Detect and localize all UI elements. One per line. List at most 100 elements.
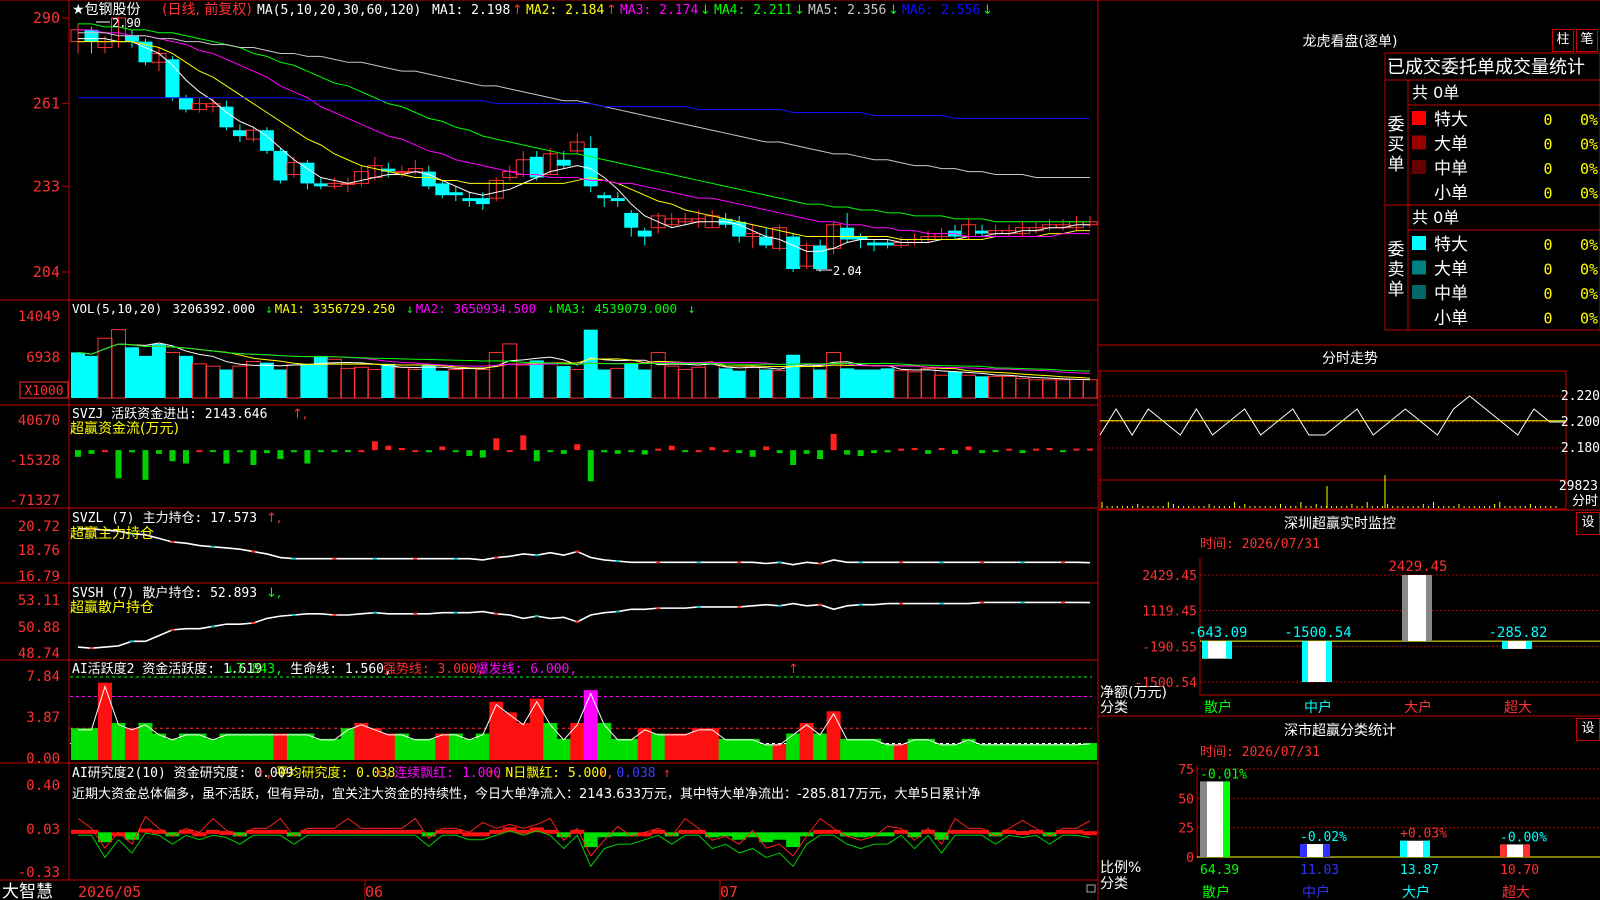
- research-bar[interactable]: [71, 829, 85, 834]
- research-bar[interactable]: [975, 829, 990, 834]
- ai-activity-bar[interactable]: [1002, 744, 1017, 760]
- fund-flow-bar[interactable]: [425, 450, 432, 453]
- ai-activity-bar[interactable]: [408, 738, 423, 760]
- volume-bar-down[interactable]: [219, 369, 234, 398]
- research-bar[interactable]: [138, 828, 153, 833]
- research-bar[interactable]: [192, 832, 207, 837]
- fund-flow-bar[interactable]: [1006, 448, 1013, 451]
- volume-bar-up[interactable]: [245, 361, 261, 399]
- fund-flow-bar[interactable]: [115, 450, 122, 479]
- fund-flow-bar[interactable]: [466, 450, 473, 457]
- fund-flow-bar[interactable]: [358, 450, 365, 453]
- research-bar[interactable]: [462, 832, 477, 837]
- ai-activity-bar[interactable]: [732, 738, 747, 760]
- volume-bar-down[interactable]: [718, 368, 733, 398]
- research-bar[interactable]: [1002, 829, 1017, 834]
- volume-bar-up[interactable]: [664, 365, 680, 399]
- fund-flow-bar[interactable]: [250, 450, 257, 465]
- volume-bar-up[interactable]: [394, 366, 410, 399]
- volume-bar-up[interactable]: [826, 351, 842, 399]
- ai-activity-bar[interactable]: [124, 728, 139, 760]
- research-bar[interactable]: [151, 829, 166, 834]
- ai-activity-bar[interactable]: [475, 733, 490, 760]
- volume-bar-up[interactable]: [232, 365, 248, 399]
- volume-bar-up[interactable]: [745, 365, 761, 399]
- candle-down[interactable]: [840, 227, 855, 240]
- ai-activity-bar[interactable]: [111, 722, 126, 760]
- candle-down[interactable]: [786, 236, 801, 270]
- fund-flow-bar[interactable]: [952, 450, 959, 454]
- candle-down[interactable]: [813, 245, 828, 270]
- fund-flow-bar[interactable]: [1087, 448, 1093, 451]
- fund-flow-bar[interactable]: [304, 450, 311, 464]
- fund-flow-bar[interactable]: [1046, 447, 1053, 451]
- fund-flow-bar[interactable]: [209, 450, 216, 453]
- fund-flow-bar[interactable]: [101, 450, 108, 453]
- volume-bar-up[interactable]: [1069, 378, 1085, 399]
- candle-down[interactable]: [84, 29, 99, 42]
- volume-bar-down[interactable]: [853, 369, 868, 398]
- fund-flow-bar[interactable]: [682, 450, 689, 453]
- research-bar[interactable]: [205, 829, 220, 834]
- ai-activity-bar[interactable]: [205, 738, 220, 760]
- volume-bar-up[interactable]: [1001, 375, 1017, 399]
- ai-activity-bar[interactable]: [894, 744, 909, 760]
- fund-flow-bar[interactable]: [830, 433, 837, 451]
- research-bar[interactable]: [1069, 829, 1084, 834]
- ai-activity-bar[interactable]: [286, 733, 301, 760]
- fund-flow-bar[interactable]: [911, 447, 918, 451]
- ai-activity-bar[interactable]: [462, 738, 477, 760]
- ai-activity-bar[interactable]: [1056, 744, 1071, 760]
- fund-flow-bar[interactable]: [344, 450, 351, 453]
- research-bar[interactable]: [340, 829, 355, 834]
- ai-activity-bar[interactable]: [651, 733, 666, 760]
- ai-activity-bar[interactable]: [840, 738, 855, 760]
- candle-down[interactable]: [435, 183, 450, 196]
- ai-activity-bar[interactable]: [772, 744, 787, 760]
- ai-activity-bar[interactable]: [529, 698, 544, 760]
- candle-down[interactable]: [273, 150, 288, 181]
- ai-activity-bar[interactable]: [502, 712, 517, 760]
- volume-bar-up[interactable]: [610, 367, 626, 399]
- fund-flow-bar[interactable]: [1073, 448, 1080, 451]
- fund-flow-bar[interactable]: [75, 450, 81, 457]
- candle-up[interactable]: [394, 171, 410, 174]
- volume-bar-down[interactable]: [975, 376, 990, 398]
- volume-bar-down[interactable]: [840, 368, 855, 398]
- monitor-settings-button[interactable]: 设: [1576, 512, 1600, 535]
- research-bar[interactable]: [448, 829, 463, 834]
- fund-flow-bar[interactable]: [128, 450, 135, 453]
- research-bar[interactable]: [313, 829, 328, 834]
- fund-flow-bar[interactable]: [817, 450, 824, 460]
- ai-activity-bar[interactable]: [570, 722, 585, 760]
- volume-bar-up[interactable]: [542, 363, 558, 399]
- ai-activity-bar[interactable]: [489, 701, 504, 760]
- candle-down[interactable]: [597, 195, 612, 199]
- volume-bar-down[interactable]: [71, 352, 85, 398]
- ai-activity-bar[interactable]: [273, 733, 288, 760]
- bar-view-tab[interactable]: 柱: [1552, 29, 1574, 52]
- fund-flow-bar[interactable]: [452, 450, 459, 453]
- research-bar[interactable]: [273, 829, 288, 834]
- ai-activity-bar[interactable]: [421, 738, 436, 760]
- volume-bar-up[interactable]: [988, 375, 1004, 399]
- volume-bar-up[interactable]: [1028, 379, 1044, 399]
- fund-flow-bar[interactable]: [88, 450, 95, 454]
- fund-flow-bar[interactable]: [965, 446, 972, 451]
- volume-bar-down[interactable]: [624, 363, 639, 398]
- volume-bar-down[interactable]: [529, 360, 544, 398]
- volume-bar-down[interactable]: [313, 355, 328, 398]
- ai-activity-bar[interactable]: [232, 733, 247, 760]
- candle-down[interactable]: [313, 183, 328, 187]
- fund-flow-bar[interactable]: [533, 450, 540, 462]
- volume-bar-up[interactable]: [691, 366, 707, 399]
- candle-down[interactable]: [867, 242, 882, 246]
- candle-down[interactable]: [448, 192, 463, 196]
- fund-flow-bar[interactable]: [1019, 450, 1026, 454]
- volume-bar-up[interactable]: [677, 369, 693, 399]
- research-bar[interactable]: [300, 829, 315, 834]
- ai-activity-bar[interactable]: [543, 722, 558, 760]
- volume-bar-up[interactable]: [569, 369, 585, 399]
- ai-activity-bar[interactable]: [448, 733, 463, 760]
- fund-flow-bar[interactable]: [803, 450, 810, 454]
